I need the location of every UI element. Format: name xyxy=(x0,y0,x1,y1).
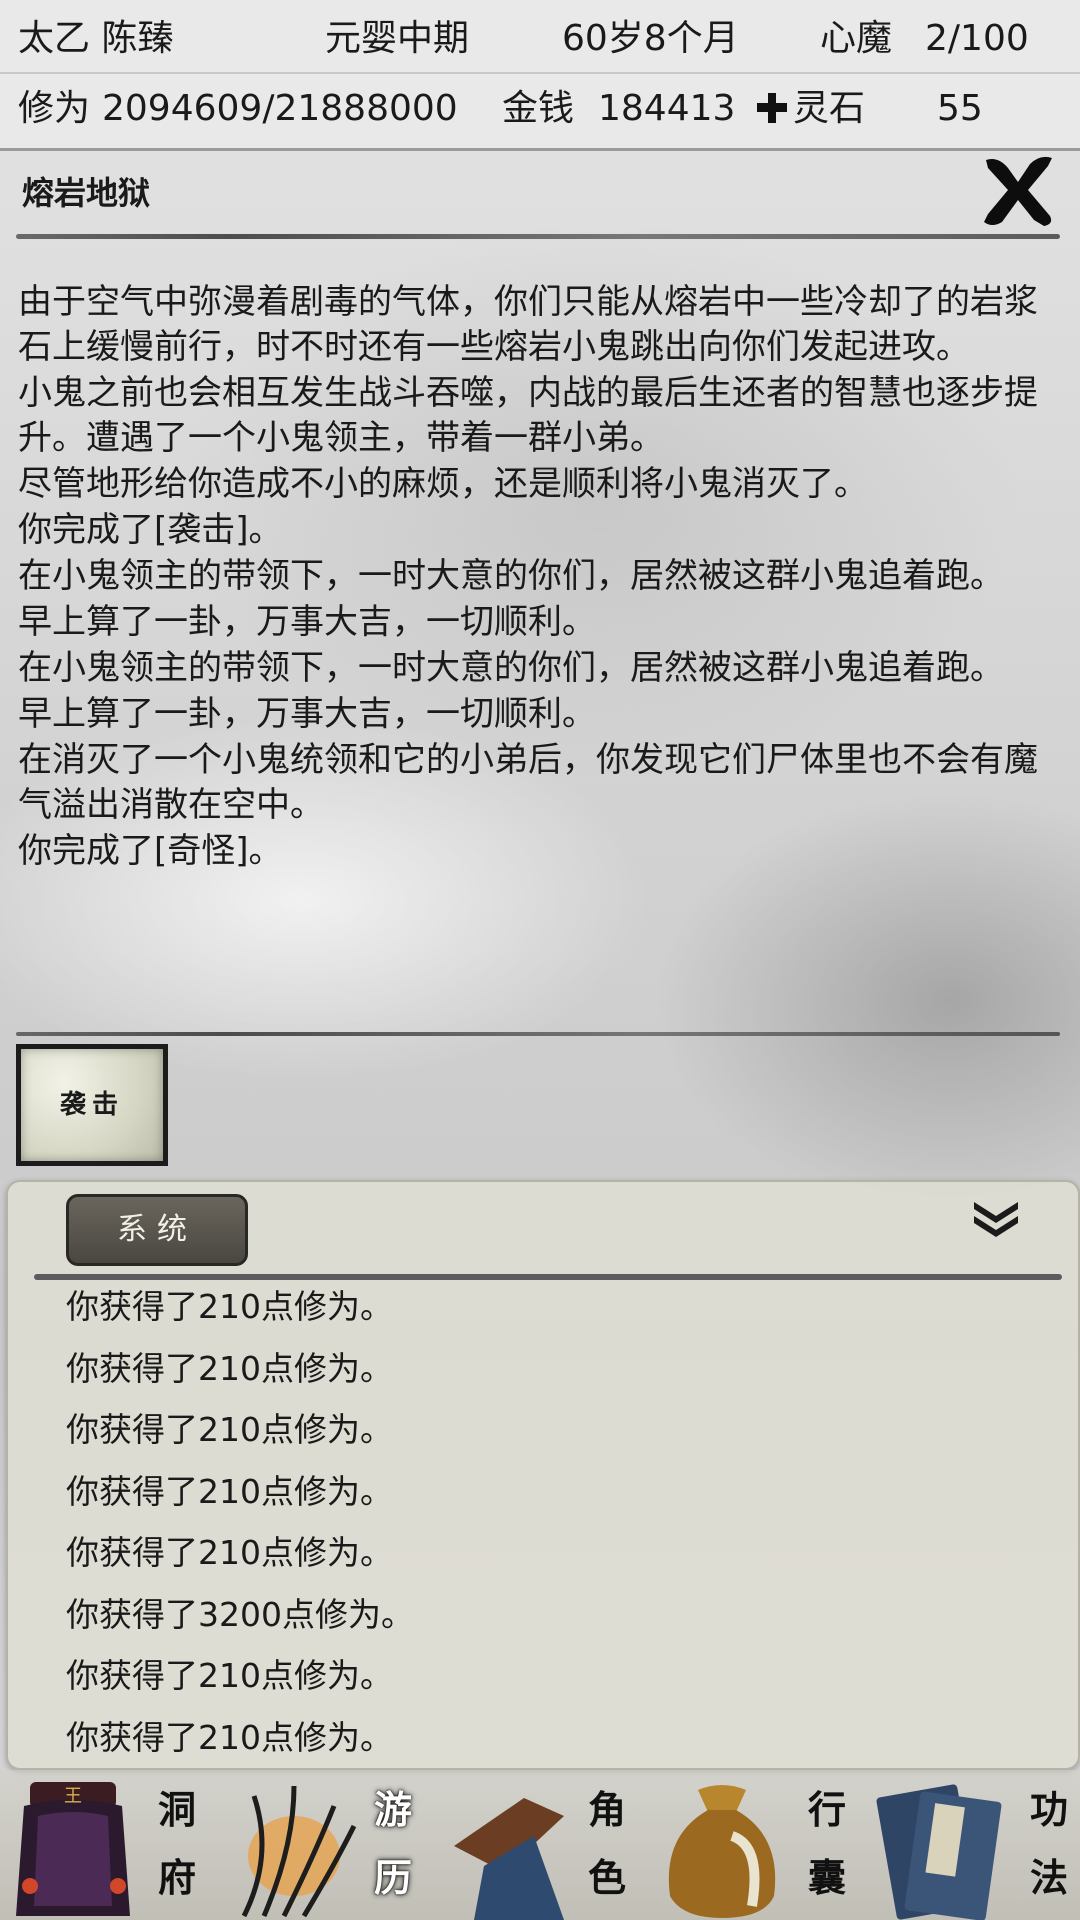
money-value: 184413 xyxy=(598,88,736,129)
log-list: 你获得了210点修为。 你获得了210点修为。 你获得了210点修为。 你获得了… xyxy=(66,1282,1046,1766)
close-button[interactable] xyxy=(978,150,1058,230)
log-entry: 你获得了210点修为。 xyxy=(66,1533,393,1572)
travel-icon xyxy=(241,1785,357,1918)
nav-travel[interactable]: 游历 xyxy=(214,1770,430,1920)
nav-travel-label: 游历 xyxy=(373,1787,412,1900)
tab-system[interactable]: 系统 xyxy=(66,1194,248,1266)
character-icon xyxy=(454,1798,564,1920)
narrative-paragraph: 尽管地形给你造成不小的麻烦，还是顺利将小鬼消灭了。 xyxy=(18,464,868,504)
chevron-double-down-icon xyxy=(974,1202,1018,1237)
narrative-paragraph: 由于空气中弥漫着剧毒的气体，你们只能从熔岩中一些冷却了的岩浆石上缓慢前行，时不时… xyxy=(18,282,1038,367)
nav-cave-label: 洞府 xyxy=(157,1787,196,1900)
close-icon xyxy=(984,156,1052,226)
log-entry: 你获得了3200点修为。 xyxy=(66,1594,414,1634)
nav-bag-label: 行囊 xyxy=(807,1787,846,1900)
log-entry: 你获得了210点修为。 xyxy=(66,1348,393,1388)
log-entry: 你获得了210点修为。 xyxy=(66,1410,393,1449)
log-entry: 你获得了210点修为。 xyxy=(66,1471,393,1511)
nav-character[interactable]: 角色 xyxy=(430,1770,644,1920)
nav-skills-label: 功法 xyxy=(1029,1787,1068,1900)
cultivation-label: 修为 xyxy=(18,88,91,129)
title-divider xyxy=(16,234,1060,239)
demon-label: 心魔 xyxy=(820,18,893,59)
log-entry: 你获得了210点修为。 xyxy=(66,1717,393,1757)
narrative-paragraph: 小鬼之前也会相互发生战斗吞噬，内战的最后生还者的智慧也逐步提升。遭遇了一个小鬼领… xyxy=(18,373,1038,458)
bottom-nav: 王 洞府 游历 角色 行囊 功法 xyxy=(0,1770,1080,1920)
nav-bag[interactable]: 行囊 xyxy=(644,1770,862,1920)
nav-skills[interactable]: 功法 xyxy=(862,1770,1080,1920)
character-name: 太乙 陈臻 xyxy=(18,18,174,59)
cultivation-value: 2094609/21888000 xyxy=(102,88,458,129)
spirit-stone-icon xyxy=(757,93,787,123)
cultivation-realm: 元婴中期 xyxy=(325,18,470,59)
status-row-2: 修为 2094609/21888000 金钱 184413 灵石 55 xyxy=(0,74,1080,144)
nav-character-label: 角色 xyxy=(587,1787,626,1900)
character-age: 60岁8个月 xyxy=(562,18,739,59)
log-divider xyxy=(34,1274,1062,1280)
cave-icon: 王 xyxy=(16,1782,130,1916)
narrative-paragraph: 在小鬼领主的带领下，一时大意的你们，居然被这群小鬼追着跑。 xyxy=(18,648,1004,688)
narrative-paragraph: 在消灭了一个小鬼统领和它的小弟后，你发现它们尸体里也不会有魔气溢出消散在空中。 xyxy=(18,740,1038,825)
status-bar: 太乙 陈臻 元婴中期 60岁8个月 心魔 2/100 修为 2094609/21… xyxy=(0,0,1080,151)
narrative-paragraph: 早上算了一卦，万事大吉，一切顺利。 xyxy=(18,602,596,642)
log-entry: 你获得了210点修为。 xyxy=(66,1656,393,1695)
nav-cave[interactable]: 王 洞府 xyxy=(0,1770,214,1920)
log-entry: 你获得了210点修为。 xyxy=(66,1287,393,1326)
narrative-paragraph: 你完成了[奇怪]。 xyxy=(18,831,283,871)
narrative-divider xyxy=(16,1032,1060,1036)
svg-text:王: 王 xyxy=(64,1786,82,1807)
status-row-1: 太乙 陈臻 元婴中期 60岁8个月 心魔 2/100 xyxy=(0,4,1080,74)
spirit-stone-value: 55 xyxy=(937,88,983,129)
narrative-paragraph: 你完成了[袭击]。 xyxy=(18,510,283,550)
demon-value: 2/100 xyxy=(925,18,1029,59)
bag-icon xyxy=(668,1785,776,1918)
money-label: 金钱 xyxy=(502,88,575,129)
spirit-stone-label: 灵石 xyxy=(793,88,866,129)
system-log-panel: 系统 你获得了210点修为。 你获得了210点修为。 你获得了210点修为。 你… xyxy=(6,1180,1080,1770)
spirit-stone: 灵石 xyxy=(755,74,865,144)
event-narrative: 由于空气中弥漫着剧毒的气体，你们只能从熔岩中一些冷却了的岩浆石上缓慢前行，时不时… xyxy=(18,280,1058,875)
collapse-log-button[interactable] xyxy=(968,1196,1024,1244)
event-title: 熔岩地狱 xyxy=(22,174,151,212)
event-tag-card[interactable]: 袭击 xyxy=(16,1044,168,1166)
narrative-paragraph: 在小鬼领主的带领下，一时大意的你们，居然被这群小鬼追着跑。 xyxy=(18,556,1004,596)
narrative-paragraph: 早上算了一卦，万事大吉，一切顺利。 xyxy=(18,694,596,734)
skills-book-icon xyxy=(876,1784,1002,1920)
